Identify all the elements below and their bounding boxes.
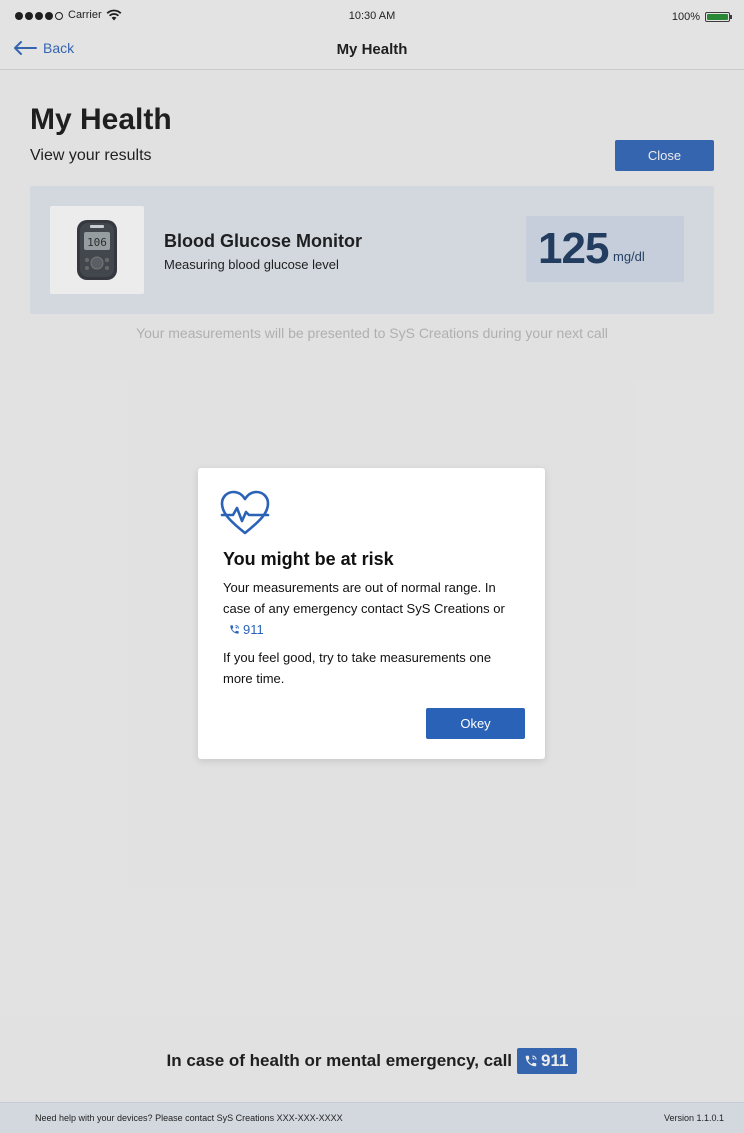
dialog-message: Your measurements are out of normal rang…	[223, 577, 523, 641]
okey-button[interactable]: Okey	[426, 708, 525, 739]
call-911-link[interactable]: 911	[229, 619, 264, 640]
dialog-line-2: If you feel good, try to take measuremen…	[223, 650, 492, 686]
risk-alert-dialog: You might be at risk Your measurements a…	[198, 468, 545, 759]
call-number: 911	[243, 622, 264, 637]
dialog-body: Your measurements are out of normal rang…	[223, 577, 523, 689]
heart-pulse-icon	[220, 490, 270, 535]
phone-icon	[230, 625, 239, 634]
dialog-title: You might be at risk	[223, 549, 394, 569]
dialog-line-1: Your measurements are out of normal rang…	[223, 580, 505, 616]
